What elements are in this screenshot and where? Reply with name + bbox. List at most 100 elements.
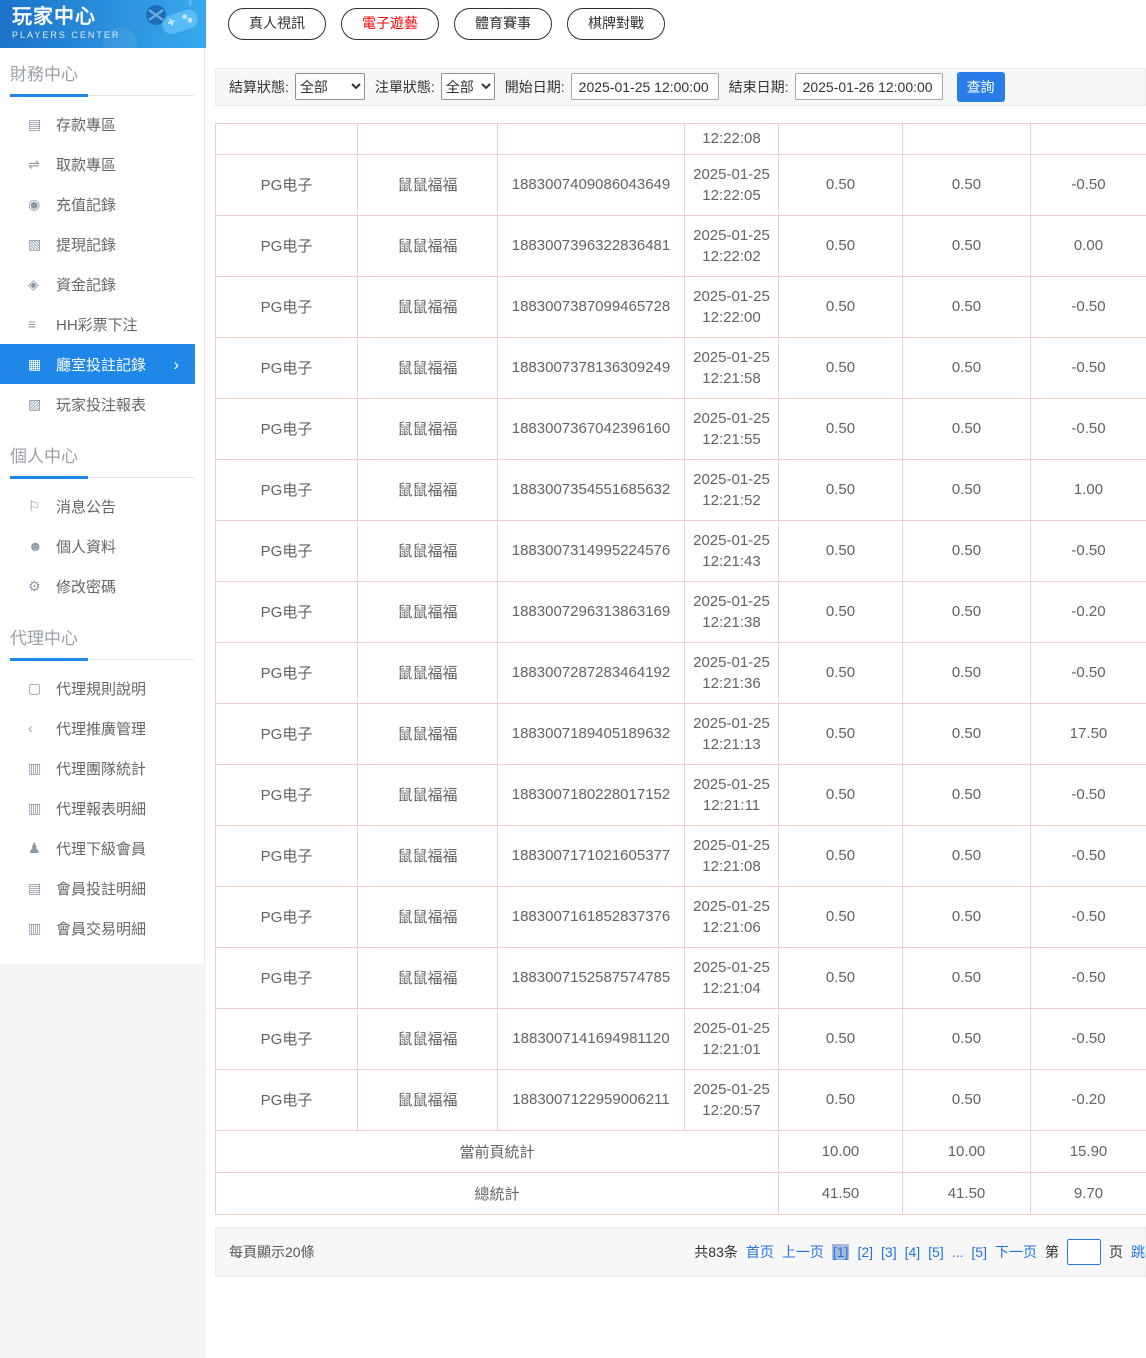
jump-prefix-label: 第 <box>1045 1243 1059 1260</box>
sidebar-item-hh-lottery-bets[interactable]: ≡ HH彩票下注 <box>0 304 195 344</box>
sidebar-item-funds-records[interactable]: ◈ 資金記錄 <box>0 264 195 304</box>
sidebar-item-label: 充值記錄 <box>56 196 117 214</box>
funds-icon: ◈ <box>28 275 39 292</box>
sidebar-item-change-password[interactable]: ⚙ 修改密碼 <box>0 566 195 606</box>
game-cell: 鼠鼠福福 <box>357 336 498 399</box>
bet-cell: 0.50 <box>778 397 903 460</box>
pagination-bar: 每頁顯示20條 共83条 首页 上一页 [1] [2] [3] [4] [5]... [5… <box>215 1226 1146 1277</box>
summary-value-cell: 15.90 <box>1030 1129 1146 1173</box>
valid-bet-cell: 0.50 <box>902 153 1031 216</box>
provider-cell: PG电子 <box>215 946 358 1009</box>
sidebar-item-agent-team-stats[interactable]: ▥ 代理團隊統計 <box>0 748 195 788</box>
sidebar-item-announcements[interactable]: ⚐ 消息公告 <box>0 486 195 526</box>
sidebar-item-label: 消息公告 <box>56 498 117 516</box>
next-page-link[interactable]: 下一页 <box>995 1242 1037 1262</box>
profit-cell: -0.50 <box>1030 763 1146 826</box>
order-cell: 1883007354551685632 <box>497 458 685 521</box>
money-bag-icon: ◉ <box>28 195 41 212</box>
tab-sports[interactable]: 體育賽事 <box>454 8 552 40</box>
page-link-4[interactable]: [4] <box>905 1244 921 1260</box>
jump-button[interactable]: 跳转 <box>1131 1242 1146 1262</box>
provider-cell: PG电子 <box>215 1007 358 1070</box>
filter-bar: 結算狀態: 全部 注單狀態: 全部 開始日期: 結束日期: 查詢 <box>215 67 1146 106</box>
order-status-label: 注單狀態: <box>374 78 435 95</box>
settle-status-select[interactable]: 全部 <box>294 73 365 100</box>
table-row: PG电子 鼠鼠福福 1883007354551685632 2025-01-25 12:… <box>215 458 1146 521</box>
first-page-link[interactable]: 首页 <box>746 1242 774 1262</box>
bet-cell: 0.50 <box>778 458 903 521</box>
bet-cell: 0.50 <box>778 946 903 1009</box>
sidebar-item-withdraw-area[interactable]: ⇌ 取款專區 <box>0 144 195 184</box>
provider-cell: PG电子 <box>215 641 358 704</box>
prev-page-link[interactable]: 上一页 <box>782 1242 824 1262</box>
search-button[interactable]: 查詢 <box>956 71 1005 102</box>
valid-bet-cell: 0.50 <box>902 397 1031 460</box>
tab-live-video[interactable]: 真人視訊 <box>228 8 326 40</box>
sidebar-item-profile[interactable]: ☻ 個人資料 <box>0 526 195 566</box>
valid-bet-cell: 0.50 <box>902 519 1031 582</box>
tab-board-games[interactable]: 棋牌對戰 <box>567 8 665 40</box>
time-cell: 2025-01-25 12:21:08 <box>684 824 779 887</box>
end-date-input[interactable] <box>794 73 943 100</box>
wallet-icon: ▧ <box>28 235 42 252</box>
start-date-input[interactable] <box>570 73 719 100</box>
page-link-1[interactable]: [1] <box>831 1243 850 1260</box>
game-cell: 鼠鼠福福 <box>357 885 498 948</box>
sidebar-item-room-bet-records[interactable]: ▦ 廳室投註記錄 › <box>0 344 195 384</box>
order-cell: 1883007141694981120 <box>497 1007 685 1070</box>
bet-records-table: 12:22:08 PG电子 鼠鼠福福 1883007409086043649 2025-… <box>215 122 1146 1215</box>
sidebar-header: 玩家中心 PLAYERS CENTER <box>0 0 206 48</box>
sidebar-item-member-transaction-detail[interactable]: ▥ 會員交易明細 <box>0 908 195 948</box>
bet-cell: 0.50 <box>778 336 903 399</box>
person-icon: ☻ <box>28 538 43 554</box>
order-cell: 1883007387099465728 <box>497 275 685 338</box>
bet-cell: 0.50 <box>778 763 903 826</box>
bet-cell: 0.50 <box>778 1007 903 1070</box>
sidebar-item-player-bet-report[interactable]: ▨ 玩家投注報表 <box>0 384 195 424</box>
profit-cell: -0.50 <box>1030 519 1146 582</box>
sidebar-item-agent-report-detail[interactable]: ▥ 代理報表明細 <box>0 788 195 828</box>
game-cell: 鼠鼠福福 <box>357 824 498 887</box>
order-cell: 1883007396322836481 <box>497 214 685 277</box>
end-date-label: 結束日期: <box>728 78 789 95</box>
provider-cell: PG电子 <box>215 214 358 277</box>
jump-suffix-label: 页 <box>1109 1243 1123 1260</box>
time-cell: 2025-01-25 12:21:04 <box>684 946 779 1009</box>
sidebar-item-deposit-area[interactable]: ▤ 存款專區 <box>0 104 195 144</box>
page-link-5[interactable]: [5] <box>971 1244 987 1260</box>
game-cell: 鼠鼠福福 <box>357 1068 498 1131</box>
bet-cell: 0.50 <box>778 580 903 643</box>
table-row: PG电子 鼠鼠福福 1883007152587574785 2025-01-25 12:… <box>215 946 1146 1009</box>
valid-bet-cell: 0.50 <box>902 946 1031 1009</box>
sidebar-item-agent-rules[interactable]: ▢ 代理規則說明 <box>0 668 195 708</box>
order-cell: 1883007378136309249 <box>497 336 685 399</box>
sidebar-item-label: 玩家投注報表 <box>56 396 147 414</box>
page-link-5[interactable]: [5] <box>928 1244 944 1260</box>
page-link-2[interactable]: [2] <box>857 1244 873 1260</box>
sidebar-item-agent-promotion[interactable]: ‹ 代理推廣管理 <box>0 708 195 748</box>
tab-electronic-games[interactable]: 電子遊藝 <box>341 8 439 40</box>
provider-cell: PG电子 <box>215 580 358 643</box>
order-cell: 1883007296313863169 <box>497 580 685 643</box>
sidebar-item-recharge-records[interactable]: ◉ 充值記錄 <box>0 184 195 224</box>
sidebar-menu: 財務中心 ▤ 存款專區 ⇌ 取款專區 ◉ 充值記錄 ▧ 提現記錄 ◈ 資金記錄 ≡ HH彩票下注 ▦ 廳室投… <box>0 48 205 964</box>
sidebar-item-label: 取款專區 <box>56 156 117 174</box>
sidebar-item-label: 修改密碼 <box>56 578 117 596</box>
sidebar-item-member-bet-detail[interactable]: ▤ 會員投註明細 <box>0 868 195 908</box>
table-row: PG电子 鼠鼠福福 1883007396322836481 2025-01-25 12:… <box>215 214 1146 277</box>
sidebar-item-withdraw-records[interactable]: ▧ 提現記錄 <box>0 224 195 264</box>
sidebar-item-agent-downline-members[interactable]: ♟ 代理下級會員 <box>0 828 195 868</box>
table-row: PG电子 鼠鼠福福 1883007122959006211 2025-01-25 12:… <box>215 1068 1146 1131</box>
category-tabs: 真人視訊 電子遊藝 體育賽事 棋牌對戰 <box>228 8 1146 40</box>
bet-cell: 0.50 <box>778 885 903 948</box>
jump-page-input[interactable] <box>1067 1238 1101 1265</box>
bet-records-icon: ▦ <box>28 355 42 372</box>
order-cell: 1883007189405189632 <box>497 702 685 765</box>
profit-cell: -0.50 <box>1030 641 1146 704</box>
page-link-3[interactable]: [3] <box>881 1244 897 1260</box>
sidebar-section-items: ▢ 代理規則說明 ‹ 代理推廣管理 ▥ 代理團隊統計 ▥ 代理報表明細 ♟ 代理下級會員 ▤ 會員投註… <box>0 660 204 954</box>
game-cell: 鼠鼠福福 <box>357 946 498 1009</box>
sidebar-filler <box>0 964 206 1358</box>
order-status-select[interactable]: 全部 <box>440 73 495 100</box>
summary-row-total: 總統計 41.50 41.50 9.70 <box>215 1171 1146 1215</box>
